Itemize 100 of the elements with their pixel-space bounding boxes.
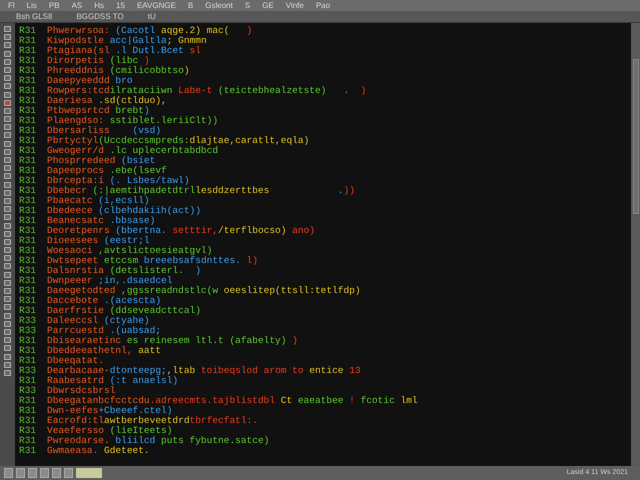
line-number: R31 (19, 226, 38, 236)
code-line: Dwtsepeet etccsm breeebsafsdnttes. l) (47, 256, 258, 266)
code-line: Raabesatrd (:t anaelsl) (47, 376, 178, 386)
menu-item[interactable]: B (188, 0, 194, 11)
menu-item[interactable]: Pao (316, 0, 330, 11)
line-number: R31 (19, 36, 38, 46)
menu-item[interactable]: 15 (116, 0, 125, 11)
code-line: Phwerwrsoa: (Cacotl aqge.2) mac( ) (47, 26, 252, 36)
code-line: Ptbwepsrtcd brebt) (47, 106, 150, 116)
code-line: Dbebecr (:|aemtihpadetdtrllesddzerttbes .)) (47, 186, 355, 196)
line-number: R31 (19, 306, 38, 316)
code-line: Pwreodarse. bliilcd puts fybutne.satce) (47, 436, 270, 446)
code-line: Daeegetodted ,ggssreadndstlc(w oeeslitep(ttsll:tetlfdp) (47, 286, 361, 296)
scrollbar-thumb[interactable] (632, 59, 638, 214)
menu-item[interactable]: PB (48, 0, 60, 11)
code-line: Phosprredeed (bsiet (47, 156, 156, 166)
code-line: Dbrcepta:i (. Lsbes/tawl) (47, 176, 190, 186)
code-line: Ptagiana(sl .l Dutl.Bcet sl (47, 46, 201, 56)
menu-item[interactable]: GE (262, 0, 274, 11)
code-line: Daleeccsl (ctyahe) (47, 316, 150, 326)
toolbar-item[interactable]: Bsh GLS8 (16, 10, 52, 22)
code-line: Gweogerr/d .lc uplecerbtabdbcd (47, 146, 218, 156)
code-line: Dbeeqatat. (47, 356, 104, 366)
line-number: R31 (19, 396, 38, 406)
line-number: R31 (19, 336, 38, 346)
line-number: R31 (19, 266, 38, 276)
code-line: Dearbacaae-dtonteepg;,ltab toibeqslod arom to entice 13 (47, 366, 361, 376)
code-line: Daeepyeeddd bro (47, 76, 133, 86)
line-number: R31 (19, 176, 38, 186)
line-number: R31 (19, 146, 38, 156)
line-number: R31 (19, 126, 38, 136)
line-number: R31 (19, 286, 38, 296)
scrollbar[interactable] (631, 23, 640, 466)
code-line: Dbersarliss (vsd) (47, 126, 162, 136)
toolbar-item[interactable]: BGGDSS TO (76, 10, 124, 22)
line-number: R31 (19, 106, 38, 116)
line-number: R31 (19, 216, 38, 226)
code-line: Rowpers:tcdilrataciiwn Labe-t (teictebhealzetste) . ) (47, 86, 366, 96)
line-number: R31 (19, 416, 38, 426)
line-number: R31 (19, 76, 38, 86)
code-line: Dbeegatanbcfcctcdu.adreecmts.tajblistdbl Ct eaeatbee ! fcotic lml (47, 396, 418, 406)
code-line: Dbwrsdcsbrsl (47, 386, 116, 396)
code-line: Dbeddeeathetnl, aatt (47, 346, 162, 356)
code-line: Dalsnrstia (detslisterl. ) (47, 266, 201, 276)
menu-item[interactable]: Vinfe (286, 0, 304, 11)
code-line: Phreeddnis (cmilicobbtso) (47, 66, 190, 76)
code-line: Daeriesa .sd(ctlduo), (47, 96, 167, 106)
code-line: Beanecsatc .bbsase) (47, 216, 156, 226)
menu-item[interactable]: Lis (26, 0, 37, 11)
line-number: R31 (19, 206, 38, 216)
code-line: Pbrtyctyl(Uccdeccsmpreds:dlajtae,caratlt,eqla) (47, 136, 310, 146)
line-number: R31 (19, 436, 38, 446)
code-line: Kiwpodstle acc|Galtla; Gnmmn (47, 36, 207, 46)
line-number: R31 (19, 116, 38, 126)
line-number: R31 (19, 186, 38, 196)
line-number: R31 (19, 356, 38, 366)
line-number: R33 (19, 326, 38, 336)
line-number: R31 (19, 426, 38, 436)
menu-item[interactable]: Fl (8, 0, 15, 11)
line-number: R31 (19, 166, 38, 176)
line-number: R31 (19, 246, 38, 256)
line-number: R31 (19, 26, 38, 36)
code-line: Gwmaeasa. Gdeteet. (47, 446, 150, 456)
line-number: R31 (19, 406, 38, 416)
menu-item[interactable]: EAVGNGE (136, 0, 176, 11)
code-line: Dioeesees (eestr;l (47, 236, 150, 246)
line-number: R31 (19, 256, 38, 266)
line-number: R31 (19, 296, 38, 306)
code-line: Daerfrstie (ddseveadcttcal) (47, 306, 201, 316)
line-number: R31 (19, 196, 38, 206)
code-line: Dwnpeeer ;in,.dsaedcel (47, 276, 172, 286)
code-line: Plaengdso: sstiblet.leriiClt)) (47, 116, 218, 126)
line-number: R33 (19, 366, 38, 376)
code-line: Eacrofd:tlawtberbeveetdrdtbrfecfatl:. (47, 416, 258, 426)
menu-item[interactable]: AS (72, 0, 82, 11)
line-number: R31 (19, 86, 38, 96)
line-number: R31 (19, 46, 38, 56)
code-line: Deoretpenrs (bbertna. setttir,/terflbocso) ano) (47, 226, 315, 236)
code-line: Dbisearaetinc es reinesem ltl.t (afabelty) ) (47, 336, 298, 346)
code-line: Woesaoci ,avtslictoesieatgvl) (47, 246, 212, 256)
line-number: R31 (19, 96, 38, 106)
code-line: Daccebote .(acescta) (47, 296, 162, 306)
line-number: R33 (19, 386, 38, 396)
line-number: R31 (19, 346, 38, 356)
code-line: Pbaecatc (i,ecsll) (47, 196, 150, 206)
line-number: R31 (19, 156, 38, 166)
line-number: R31 (19, 446, 38, 456)
code-line: Dapeeprocs .ebe(lsevf (47, 166, 167, 176)
menu-item[interactable]: Gsleont (205, 0, 233, 11)
line-number: R31 (19, 66, 38, 76)
menu-item[interactable]: Hs (94, 0, 104, 11)
toolbar-item[interactable]: tU (148, 10, 156, 22)
code-line: Veaefersso (lieIteets) (47, 426, 172, 436)
line-number: R31 (19, 376, 38, 386)
code-line: Parrcuestd .(uabsad; (47, 326, 162, 336)
line-number: R31 (19, 56, 38, 66)
menu-item[interactable]: S (244, 0, 250, 11)
line-number: R31 (19, 276, 38, 286)
code-line: Dbedeece (clbehdakiih(act)) (47, 206, 201, 216)
line-number: R33 (19, 316, 38, 326)
